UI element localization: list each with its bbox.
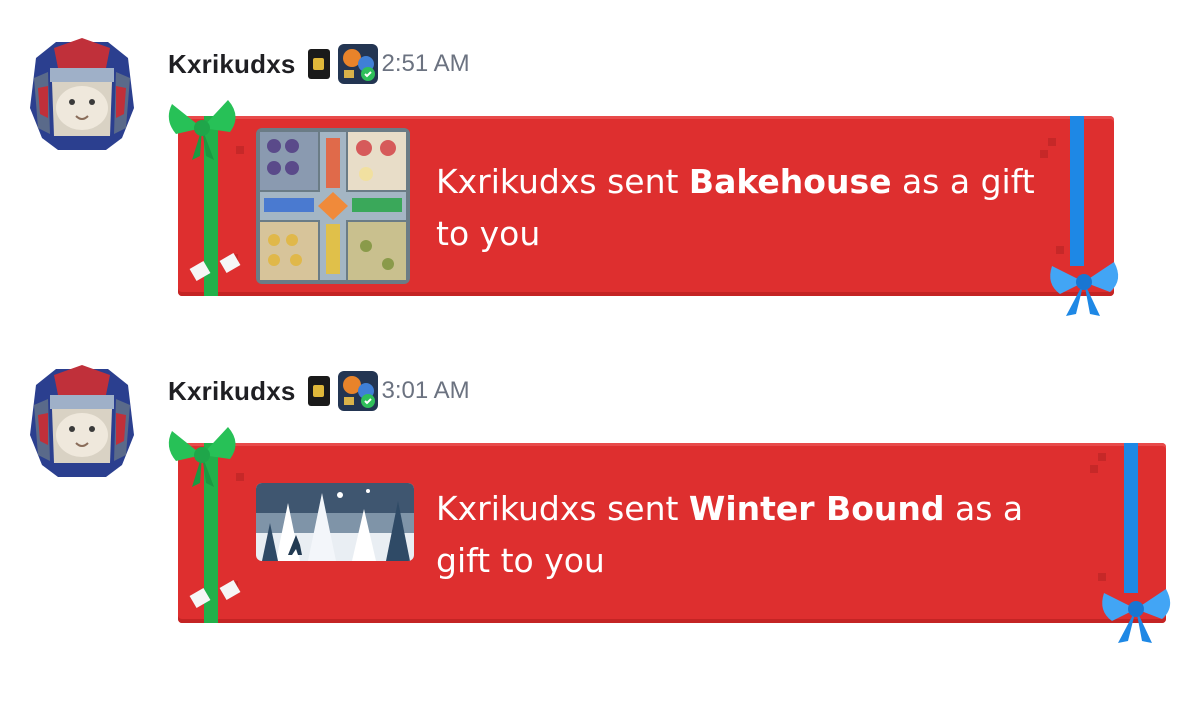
username[interactable]: Kxrikudxs: [168, 49, 296, 80]
gift-card[interactable]: Kxrikudxs sent Bakehouse as a gift to yo…: [168, 100, 1119, 316]
game-dice-badge-icon[interactable]: [307, 49, 330, 79]
gift-thumbnail[interactable]: [256, 128, 410, 284]
gift-item-name[interactable]: Bakehouse: [689, 162, 892, 201]
green-bow-icon: [168, 427, 236, 487]
gift-card[interactable]: Kxrikudxs sent Winter Bound as a gift to…: [168, 427, 1171, 643]
message: Kxrikudxs 2:51 AM Kxrikudxs sent Bakehou…: [0, 0, 1200, 316]
blue-bow-icon: [1102, 589, 1171, 643]
game-badge-icon[interactable]: [337, 371, 378, 411]
gift-prefix: Kxrikudxs sent: [436, 489, 689, 528]
timestamp: 2:51 AM: [381, 50, 470, 77]
game-badge-icon[interactable]: [337, 44, 378, 84]
gift-prefix: Kxrikudxs sent: [436, 162, 689, 201]
timestamp: 3:01 AM: [381, 377, 470, 404]
message: Kxrikudxs 3:01 AM Kxrikudxs sent Winter …: [0, 327, 1200, 643]
username[interactable]: Kxrikudxs: [168, 376, 296, 407]
message-header: Kxrikudxs 3:01 AM: [168, 371, 470, 411]
user-avatar-icon[interactable]: [26, 38, 138, 162]
blue-bow-icon: [1050, 262, 1119, 316]
user-avatar-icon[interactable]: [26, 365, 138, 489]
green-bow-icon: [168, 100, 236, 160]
gift-message: Kxrikudxs sent Winter Bound as a gift to…: [436, 483, 1036, 587]
gift-thumbnail[interactable]: [256, 483, 414, 561]
gift-message: Kxrikudxs sent Bakehouse as a gift to yo…: [436, 156, 1036, 260]
gift-item-name[interactable]: Winter Bound: [689, 489, 945, 528]
game-dice-badge-icon[interactable]: [307, 376, 330, 406]
message-header: Kxrikudxs 2:51 AM: [168, 44, 470, 84]
